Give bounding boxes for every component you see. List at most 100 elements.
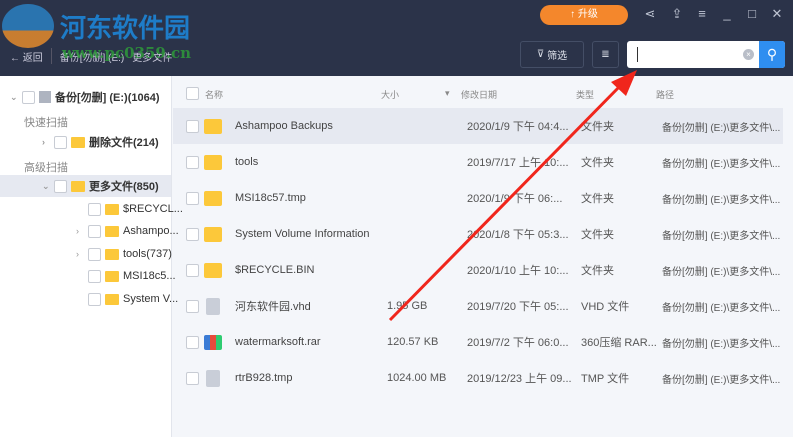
file-size: 1.95 GB [387,300,428,312]
tree-child[interactable]: System V... [76,288,178,310]
file-type: 文件夹 [581,265,614,277]
title-bar: 河东软件园 ← 返回 备份[勿删] (E:) 更多文件 www.pc0359.c… [0,0,793,76]
chevron-right-icon[interactable]: › [76,226,84,236]
file-path: 备份[勿删] (E:)\更多文件\... [662,158,781,170]
file-date: 2020/1/9 下午 06:... [467,193,563,205]
back-button[interactable]: ← 返回 [10,49,43,64]
file-list: 名称 大小 ▾ 修改日期 类型 路径 Ashampoo Backups 2020… [173,76,793,437]
folder-icon [71,136,85,148]
file-name: watermarksoft.rar [235,336,321,348]
share-icon[interactable]: ⋖ [641,6,659,22]
tree-item-deleted[interactable]: › 删除文件(214) [42,131,159,153]
table-row[interactable]: watermarksoft.rar 120.57 KB 2019/7/2 下午 … [173,324,783,360]
upgrade-button[interactable]: ↑ 升级 [540,5,628,25]
upgrade-label: 升级 [577,9,598,20]
select-all-checkbox[interactable] [186,87,199,100]
row-checkbox[interactable] [186,227,199,241]
folder-icon [204,118,222,134]
drive-icon [39,91,51,103]
table-row[interactable]: $RECYCLE.BIN 2020/1/10 上午 10:... 文件夹 备份[… [173,252,783,288]
logo: 河东软件园 [2,4,190,48]
column-type[interactable]: 类型 [576,88,594,101]
row-checkbox[interactable] [186,155,199,169]
file-name: tools [235,156,259,168]
tree-label: System V... [123,293,179,305]
search-icon: ⚲ [766,46,778,62]
file-type: TMP 文件 [581,373,630,385]
row-checkbox[interactable] [186,371,199,385]
tree-root[interactable]: ⌄ 备份[勿删] (E:)(1064) [10,86,160,108]
chevron-down-icon[interactable]: ⌄ [10,92,18,103]
view-list-button[interactable]: ≣ [592,41,619,68]
text-cursor [637,47,638,62]
logo-text: 河东软件园 [60,13,191,44]
table-row[interactable]: Ashampoo Backups 2020/1/9 下午 04:4... 文件夹… [173,108,783,144]
file-type: VHD 文件 [581,301,630,313]
folder-icon [105,270,119,282]
filter-label: 筛选 [547,51,568,62]
column-path[interactable]: 路径 [656,88,674,101]
checkbox[interactable] [88,202,101,216]
row-checkbox[interactable] [186,335,199,349]
minimize-icon[interactable]: _ [718,6,736,21]
file-date: 2019/7/2 下午 06:0... [467,337,569,349]
logo-icon [2,4,54,48]
chevron-right-icon[interactable]: › [76,249,84,259]
file-name: System Volume Information [235,228,370,240]
file-size: 120.57 KB [387,336,439,348]
checkbox[interactable] [88,269,101,283]
menu-icon[interactable]: ≡ [693,6,711,21]
search-button[interactable]: ⚲ [759,41,785,68]
export-icon[interactable]: ⇪ [668,6,686,22]
row-checkbox[interactable] [186,299,199,313]
section-advanced-scan: 高级扫描 [24,162,68,174]
file-type: 360压缩 RAR... [581,337,657,349]
rar-icon [204,334,222,350]
column-size[interactable]: 大小 [381,88,399,101]
maximize-icon[interactable]: □ [743,6,761,21]
filter-button[interactable]: ⊽ 筛选 [520,41,584,68]
chevron-right-icon[interactable]: › [42,137,50,147]
tree-child[interactable]: $RECYCL... [76,198,183,220]
checkbox[interactable] [54,135,67,149]
search-input[interactable]: × ⚲ [627,41,785,68]
table-row[interactable]: tools 2019/7/17 上午 10:... 文件夹 备份[勿删] (E:… [173,144,783,180]
file-type: 文件夹 [581,229,614,241]
file-type: 文件夹 [581,121,614,133]
close-icon[interactable]: ✕ [768,6,786,22]
checkbox[interactable] [22,90,35,104]
file-name: MSI18c57.tmp [235,192,306,204]
tree-item-more[interactable]: ⌄ 更多文件(850) [0,175,171,197]
chevron-down-icon[interactable]: ⌄ [42,181,50,192]
row-checkbox[interactable] [186,119,199,133]
table-row[interactable]: 河东软件园.vhd 1.95 GB 2019/7/20 下午 05:... VH… [173,288,783,324]
clear-icon[interactable]: × [743,49,754,60]
folder-icon [105,203,119,215]
table-row[interactable]: MSI18c57.tmp 2020/1/9 下午 06:... 文件夹 备份[勿… [173,180,783,216]
tree-child[interactable]: › tools(737) [76,243,172,265]
table-row[interactable]: rtrB928.tmp 1024.00 MB 2019/12/23 上午 09.… [173,360,783,396]
folder-icon [204,226,222,242]
checkbox[interactable] [88,247,101,261]
file-icon [206,297,220,315]
filter-icon: ⊽ [536,49,545,60]
file-path: 备份[勿删] (E:)\更多文件\... [662,374,781,386]
folder-icon [105,248,119,260]
row-checkbox[interactable] [186,191,199,205]
checkbox[interactable] [54,179,67,193]
row-checkbox[interactable] [186,263,199,277]
checkbox[interactable] [88,292,101,306]
file-date: 2019/7/17 上午 10:... [467,157,569,169]
tree-child[interactable]: › Ashampo... [76,220,179,242]
file-path: 备份[勿删] (E:)\更多文件\... [662,266,781,278]
file-name: rtrB928.tmp [235,372,293,384]
table-row[interactable]: System Volume Information 2020/1/8 下午 05… [173,216,783,252]
folder-icon [204,190,222,206]
column-date[interactable]: 修改日期 [461,88,497,101]
checkbox[interactable] [88,224,101,238]
tree-child[interactable]: MSI18c5... [76,265,176,287]
section-quick-scan: 快速扫描 [24,117,68,129]
column-name[interactable]: 名称 [205,88,223,101]
file-type: 文件夹 [581,157,614,169]
file-type: 文件夹 [581,193,614,205]
